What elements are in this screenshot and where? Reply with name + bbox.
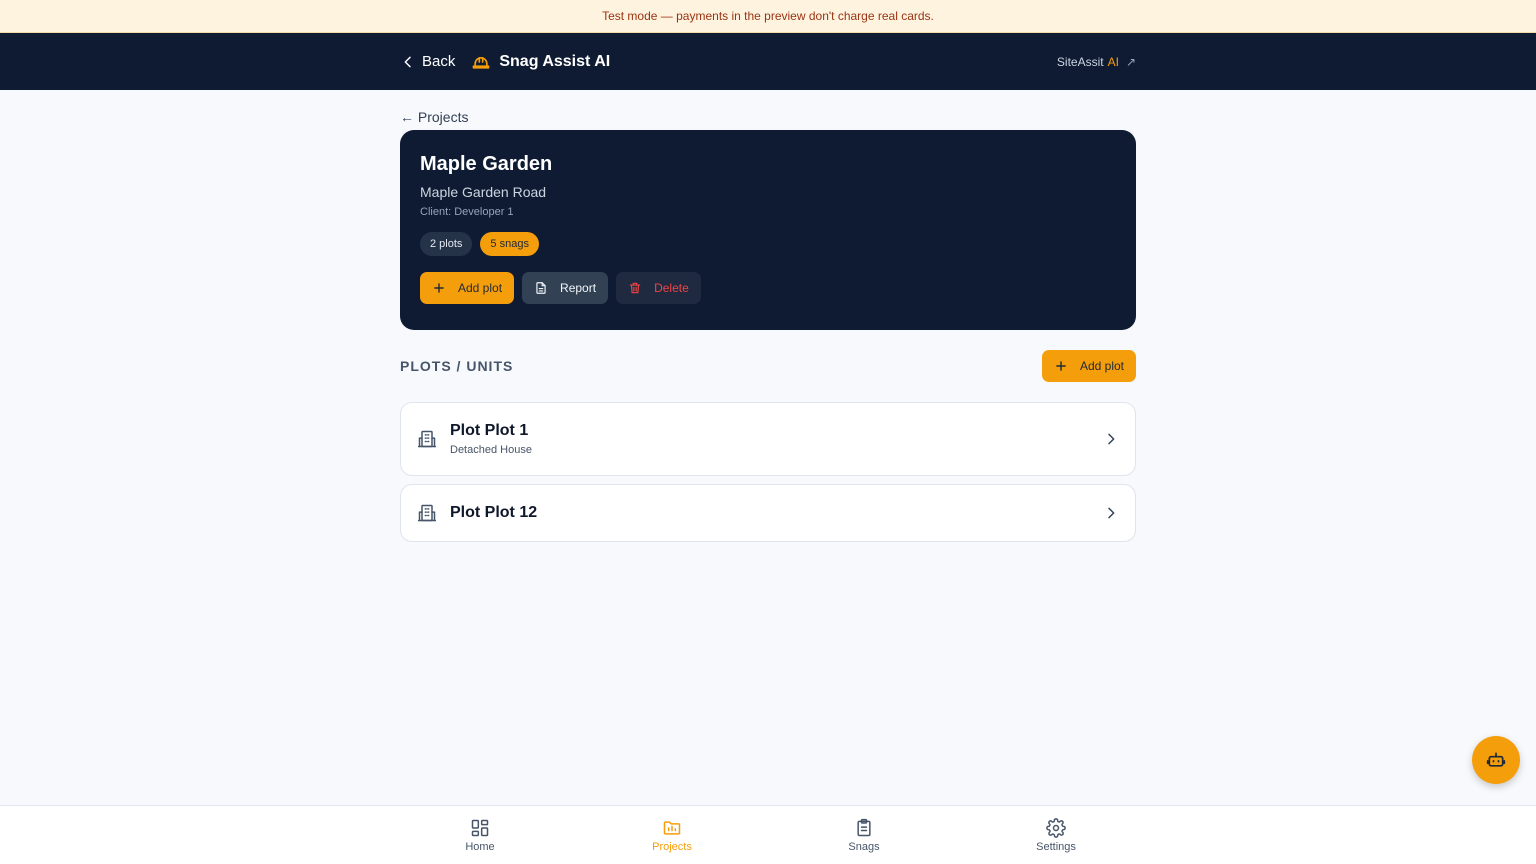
building-icon (417, 504, 437, 522)
plots-section-title: PLOTS / UNITS (400, 358, 514, 374)
project-address: Maple Garden Road (420, 184, 547, 200)
bottom-navigation: Home Projects Snags Settings (0, 805, 1536, 864)
app-brand: Snag Assist AI (471, 52, 610, 72)
document-icon (536, 282, 546, 294)
project-client: Client: Developer 1 (420, 206, 514, 218)
add-plot-button[interactable]: Add plot (420, 272, 515, 304)
test-mode-banner: Test mode — payments in the preview don'… (0, 0, 1536, 33)
delete-project-button[interactable]: Delete (616, 272, 701, 304)
plot-list-item[interactable]: Plot Plot 1 Detached House (400, 402, 1136, 476)
ai-assistant-button[interactable] (1472, 736, 1520, 784)
nav-projects-label: Projects (652, 841, 692, 853)
add-plot-section-label: Add plot (1079, 359, 1124, 373)
siteassit-label: SiteAssit (1056, 54, 1104, 69)
gear-icon (1046, 818, 1066, 838)
plot-name: Plot Plot 1 (450, 422, 529, 439)
robot-icon (1486, 752, 1506, 767)
back-label: Back (422, 53, 456, 70)
add-plot-section-button[interactable]: Add plot (1041, 350, 1136, 382)
back-button[interactable]: Back (400, 53, 455, 70)
chevron-right-icon (1108, 507, 1115, 519)
siteassit-ai-label: AI (1107, 54, 1119, 69)
clipboard-icon (857, 818, 871, 837)
delete-label: Delete (654, 281, 689, 295)
hard-hat-icon (473, 56, 490, 69)
chevron-right-icon (1108, 433, 1115, 445)
plot-name: Plot Plot 12 (450, 504, 538, 521)
plot-type: Detached House (450, 444, 532, 456)
building-icon (417, 430, 437, 448)
snags-count-badge: 5 snags (480, 232, 539, 256)
external-link-icon: ↗ (1125, 54, 1136, 69)
report-label: Report (560, 281, 597, 295)
nav-snags[interactable]: Snags (816, 806, 912, 864)
plus-icon (1056, 361, 1066, 371)
siteassit-link[interactable]: SiteAssit AI ↗ (1057, 55, 1136, 69)
add-plot-label: Add plot (458, 281, 503, 295)
nav-home-label: Home (465, 841, 495, 853)
project-header-card: Maple Garden Maple Garden Road Client: D… (400, 130, 1136, 330)
grid-icon (471, 819, 489, 837)
plus-icon (434, 283, 444, 293)
top-bar: Back Snag Assist AI SiteAssit AI ↗ (0, 33, 1536, 90)
trash-icon (629, 282, 641, 294)
nav-projects[interactable]: Projects (624, 806, 720, 864)
report-button[interactable]: Report (522, 272, 609, 304)
app-title: Snag Assist AI (499, 52, 611, 70)
chevron-left-icon (404, 56, 411, 67)
plots-count-badge: 2 plots (420, 232, 473, 256)
plots-section-header: PLOTS / UNITS Add plot (400, 350, 1136, 382)
nav-settings[interactable]: Settings (1008, 806, 1104, 864)
nav-settings-label: Settings (1036, 841, 1076, 853)
nav-home[interactable]: Home (432, 806, 528, 864)
plot-list-item[interactable]: Plot Plot 12 (400, 484, 1136, 542)
nav-snags-label: Snags (848, 841, 880, 853)
folder-icon (663, 821, 681, 835)
banner-text: Test mode — payments in the preview don'… (602, 9, 934, 23)
projects-breadcrumb[interactable]: ← Projects (400, 109, 468, 125)
project-name: Maple Garden (420, 153, 553, 175)
